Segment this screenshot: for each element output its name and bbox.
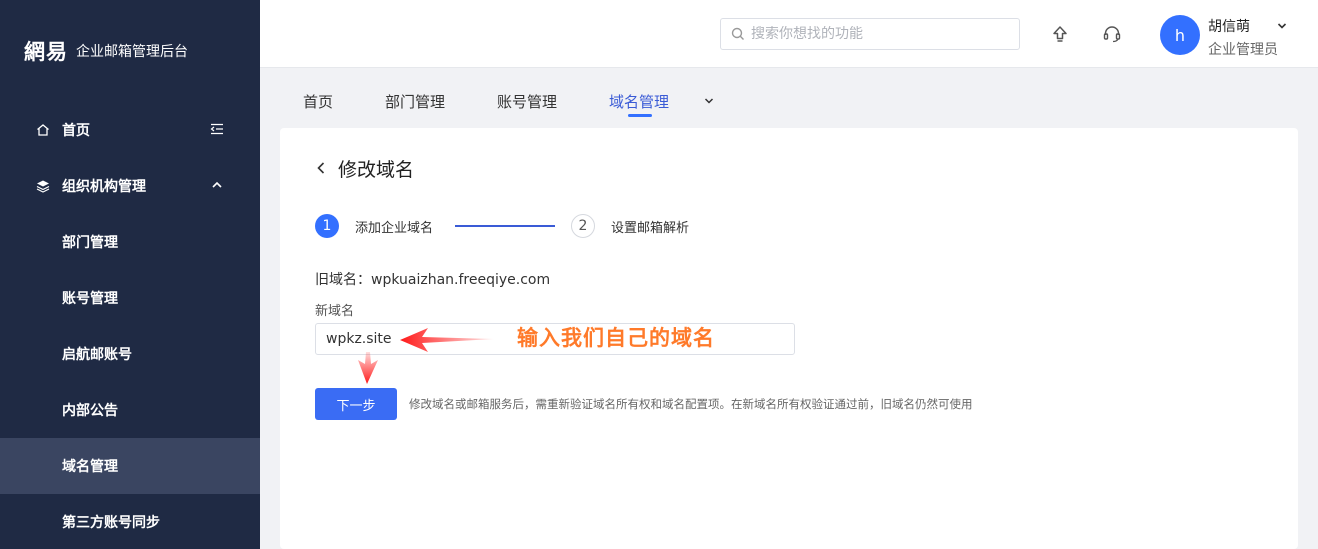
brand-title: 企业邮箱管理后台	[76, 44, 188, 60]
sidebar-item-label: 域名管理	[62, 459, 118, 475]
sidebar-item-third-party-sync[interactable]: 第三方账号同步	[0, 494, 260, 549]
search-icon	[731, 27, 744, 40]
step-1-label: 添加企业域名	[355, 221, 434, 236]
brand: 網易 企业邮箱管理后台	[24, 36, 188, 66]
sidebar: 網易 企业邮箱管理后台 首页 组织机构管理 部门管理 账号管理 启航邮账号 内部…	[0, 0, 260, 549]
user-role: 企业管理员	[1208, 42, 1278, 58]
search-box[interactable]	[720, 18, 1020, 50]
chevron-down-icon[interactable]	[703, 95, 715, 107]
home-icon	[37, 124, 49, 136]
annotation-text: 输入我们自己的域名	[517, 326, 715, 350]
sidebar-item-accounts[interactable]: 账号管理	[0, 270, 260, 326]
layers-icon	[36, 180, 50, 193]
back-arrow-icon[interactable]	[314, 160, 328, 176]
next-step-button[interactable]: 下一步	[315, 388, 397, 420]
step-connector	[455, 225, 555, 227]
sidebar-item-departments[interactable]: 部门管理	[0, 214, 260, 270]
headset-icon[interactable]	[1102, 24, 1122, 44]
chevron-up-icon	[212, 181, 222, 188]
tab-domains[interactable]: 域名管理	[609, 91, 669, 112]
user-name[interactable]: 胡信萌	[1208, 16, 1250, 36]
sidebar-item-label: 内部公告	[62, 403, 118, 419]
page-title: 修改域名	[338, 159, 415, 181]
sidebar-item-announcements[interactable]: 内部公告	[0, 382, 260, 438]
sidebar-item-organization[interactable]: 组织机构管理	[0, 158, 260, 214]
step-2-label: 设置邮箱解析	[611, 221, 690, 236]
netease-logo: 網易	[24, 39, 68, 64]
hint-text: 修改域名或邮箱服务后，需重新验证域名所有权和域名配置项。在新域名所有权验证通过前…	[409, 397, 973, 411]
sidebar-item-qihang-accounts[interactable]: 启航邮账号	[0, 326, 260, 382]
tab-accounts[interactable]: 账号管理	[497, 91, 557, 112]
old-domain-text: 旧域名：wpkuaizhan.freeqiye.com	[315, 272, 551, 288]
collapse-menu-icon[interactable]	[210, 122, 224, 136]
sidebar-item-label: 组织机构管理	[62, 179, 146, 195]
tab-home[interactable]: 首页	[303, 91, 333, 112]
chevron-down-icon[interactable]	[1276, 20, 1288, 32]
sidebar-item-label: 账号管理	[62, 291, 118, 307]
step-2-number: 2	[571, 214, 595, 238]
search-input[interactable]	[751, 26, 1011, 42]
new-domain-label: 新域名	[315, 304, 355, 319]
sidebar-item-domains[interactable]: 域名管理	[0, 438, 260, 494]
upload-icon[interactable]	[1050, 24, 1070, 44]
sidebar-item-label: 第三方账号同步	[62, 515, 160, 531]
sidebar-item-label: 部门管理	[62, 235, 118, 251]
active-tab-indicator	[628, 114, 652, 117]
tab-departments[interactable]: 部门管理	[385, 91, 445, 112]
top-bar: h 胡信萌 企业管理员	[260, 0, 1318, 68]
avatar[interactable]: h	[1160, 15, 1200, 55]
sidebar-item-label: 启航邮账号	[62, 347, 132, 363]
sidebar-item-home[interactable]: 首页	[0, 102, 260, 158]
sidebar-item-label: 首页	[62, 123, 90, 139]
step-1-number: 1	[315, 214, 339, 238]
